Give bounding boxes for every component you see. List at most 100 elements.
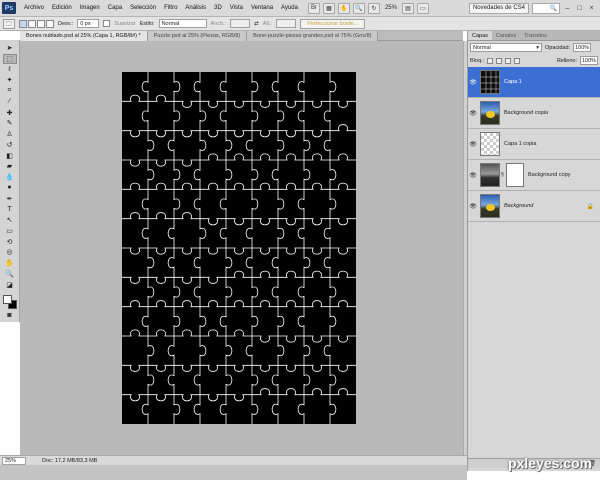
type-tool-icon[interactable]: T xyxy=(3,205,17,215)
hand-tool-icon[interactable]: ✋ xyxy=(3,258,17,268)
3d-rotate-tool-icon[interactable]: ⟲ xyxy=(3,237,17,247)
lock-position-icon[interactable] xyxy=(505,57,512,64)
blend-row: Normal ▾ Opacidad: 100% xyxy=(468,41,600,54)
antialias-label: Suavizar xyxy=(114,20,136,27)
marquee-tool-icon[interactable]: ⬚ xyxy=(2,53,17,64)
add-selection-icon[interactable] xyxy=(28,19,36,28)
tab-trazados[interactable]: Trazados xyxy=(520,31,551,40)
height-input[interactable] xyxy=(276,19,297,28)
menu-edicion[interactable]: Edición xyxy=(48,0,76,17)
zoom-icon[interactable]: 🔍 xyxy=(352,2,365,14)
menu-imagen[interactable]: Imagen xyxy=(76,0,104,17)
antialias-checkbox[interactable] xyxy=(103,20,111,27)
layer-name: Background copia xyxy=(504,110,549,116)
extras-icon[interactable]: ▦ xyxy=(322,2,335,14)
fill-input[interactable]: 100% xyxy=(580,56,598,65)
intersect-selection-icon[interactable] xyxy=(46,19,54,28)
crop-tool-icon[interactable]: ⌗ xyxy=(3,86,17,96)
3d-orbit-tool-icon[interactable]: ◎ xyxy=(3,248,17,258)
zoom-level[interactable]: 25% xyxy=(383,5,399,11)
menu-capa[interactable]: Capa xyxy=(104,0,126,17)
eye-icon[interactable]: 👁 xyxy=(468,203,478,210)
style-select[interactable]: Normal xyxy=(158,19,207,28)
menu-analisis[interactable]: Análisis xyxy=(181,0,210,17)
magic-wand-tool-icon[interactable]: ✦ xyxy=(3,76,17,86)
arrange-icon[interactable]: ▤ xyxy=(401,2,414,14)
menu-seleccion[interactable]: Selección xyxy=(126,0,160,17)
eye-icon[interactable]: 👁 xyxy=(468,79,478,86)
zoom-tool-icon[interactable]: 🔍 xyxy=(3,269,17,279)
search-input[interactable]: 🔍 xyxy=(532,2,560,14)
fill-label: Relleno: xyxy=(556,57,577,64)
blur-tool-icon[interactable]: 💧 xyxy=(3,172,17,182)
width-input[interactable] xyxy=(230,19,251,28)
feather-input[interactable]: 0 px xyxy=(77,19,100,28)
lock-image-icon[interactable] xyxy=(496,57,503,64)
dodge-tool-icon[interactable]: ● xyxy=(3,183,17,193)
workspace-select[interactable]: Novedades de CS4 xyxy=(468,2,529,14)
menu-ventana[interactable]: Ventana xyxy=(247,0,277,17)
hand-icon[interactable]: ✋ xyxy=(337,2,350,14)
puzzle-seams xyxy=(122,72,356,424)
rotate-view-icon[interactable]: ↻ xyxy=(367,2,380,14)
tab-canales[interactable]: Canales xyxy=(492,31,520,40)
lock-transparent-icon[interactable] xyxy=(487,57,494,64)
layer-row[interactable]: 👁 Capa 1 xyxy=(468,67,600,98)
menu-3d[interactable]: 3D xyxy=(210,0,226,17)
swap-icon[interactable]: ⇄ xyxy=(254,21,259,27)
blend-mode-select[interactable]: Normal ▾ xyxy=(470,43,542,52)
layer-row[interactable]: 👁 Background copia xyxy=(468,98,600,129)
history-brush-tool-icon[interactable]: ↺ xyxy=(3,140,17,150)
eye-icon[interactable]: 👁 xyxy=(468,172,478,179)
tab-bones-nublado[interactable]: Bones nublado.psd al 25% (Capa 1, RGB/8#… xyxy=(20,31,148,41)
marquee-preset-icon[interactable]: ⬚ xyxy=(3,18,15,29)
lock-label: Bloq.: xyxy=(470,57,485,64)
photoshop-logo: Ps xyxy=(2,2,16,14)
menu-vista[interactable]: Vista xyxy=(226,0,247,17)
canvas-area[interactable] xyxy=(20,41,463,455)
brush-tool-icon[interactable]: ✎ xyxy=(3,119,17,129)
lasso-tool-icon[interactable]: ℓ xyxy=(3,65,17,75)
minimize-icon[interactable]: – xyxy=(563,4,572,13)
layer-row[interactable]: 👁 Background 🔒 xyxy=(468,191,600,222)
options-bar: ⬚ Desv.: 0 px Suavizar Estilo: Normal An… xyxy=(0,17,600,31)
style-label: Estilo: xyxy=(139,20,155,27)
gradient-tool-icon[interactable]: ▰ xyxy=(3,162,17,172)
layer-thumbnail xyxy=(480,163,500,187)
bridge-icon[interactable]: Br xyxy=(307,2,320,14)
document-canvas[interactable] xyxy=(122,72,356,424)
healing-brush-tool-icon[interactable]: ✚ xyxy=(3,108,17,118)
panel-tabs: Capas Canales Trazados xyxy=(468,31,600,41)
shape-tool-icon[interactable]: ▭ xyxy=(3,226,17,236)
move-tool-icon[interactable]: ➤ xyxy=(3,43,17,53)
opacity-input[interactable]: 100% xyxy=(573,43,592,52)
layer-row[interactable]: 👁 § Background copy xyxy=(468,160,600,191)
lock-all-icon[interactable] xyxy=(514,57,521,64)
layer-thumbnail xyxy=(480,70,500,94)
layer-row[interactable]: 👁 Capa 1 copia xyxy=(468,129,600,160)
path-selection-tool-icon[interactable]: ↖ xyxy=(3,215,17,225)
quick-mask-icon[interactable]: ◙ xyxy=(3,311,17,321)
tab-capas[interactable]: Capas xyxy=(468,31,492,40)
layer-mask-thumbnail[interactable] xyxy=(506,163,524,187)
menu-ayuda[interactable]: Ayuda xyxy=(277,0,302,17)
clone-stamp-tool-icon[interactable]: ♙ xyxy=(3,129,17,139)
new-selection-icon[interactable] xyxy=(19,19,27,28)
status-zoom-input[interactable]: 25% xyxy=(2,456,26,465)
refine-edge-button[interactable]: Perfeccionar borde... xyxy=(300,18,366,29)
menu-archivo[interactable]: Archivo xyxy=(20,0,48,17)
eye-icon[interactable]: 👁 xyxy=(468,110,478,117)
tab-bone-puzzle[interactable]: Bone-puzzle-piezas grandes.psd al 75% (G… xyxy=(247,31,379,41)
tab-puzzle[interactable]: Puzzle.psd al 25% (Piezas, RGB/8) xyxy=(147,31,248,41)
subtract-selection-icon[interactable] xyxy=(37,19,45,28)
maximize-icon[interactable]: □ xyxy=(575,4,584,13)
menu-filtro[interactable]: Filtro xyxy=(160,0,181,17)
foreground-color-swatch[interactable] xyxy=(2,294,12,304)
screen-mode-icon[interactable]: ▭ xyxy=(416,2,429,14)
default-colors-icon[interactable]: ◪ xyxy=(3,280,17,290)
eye-icon[interactable]: 👁 xyxy=(468,141,478,148)
close-icon[interactable]: × xyxy=(587,4,596,13)
eraser-tool-icon[interactable]: ◧ xyxy=(3,151,17,161)
eyedropper-tool-icon[interactable]: ⁄ xyxy=(3,97,17,107)
pen-tool-icon[interactable]: ✒ xyxy=(3,194,17,204)
